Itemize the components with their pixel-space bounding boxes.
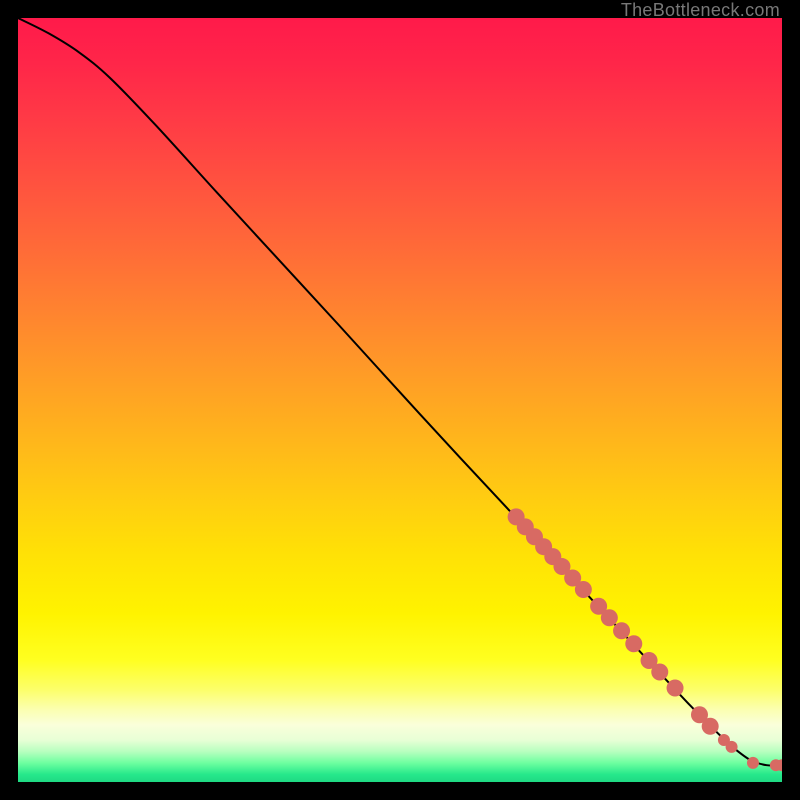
plot-area bbox=[18, 18, 782, 782]
data-marker bbox=[601, 609, 618, 626]
data-marker bbox=[667, 680, 684, 697]
data-marker bbox=[702, 718, 719, 735]
data-marker bbox=[726, 741, 738, 753]
chart-svg bbox=[18, 18, 782, 782]
data-marker bbox=[613, 622, 630, 639]
chart-frame: TheBottleneck.com bbox=[0, 0, 800, 800]
data-marker bbox=[575, 581, 592, 598]
gradient-background bbox=[18, 18, 782, 782]
data-marker bbox=[747, 757, 759, 769]
data-marker bbox=[625, 635, 642, 652]
data-marker bbox=[651, 663, 668, 680]
attribution-label: TheBottleneck.com bbox=[621, 0, 780, 21]
